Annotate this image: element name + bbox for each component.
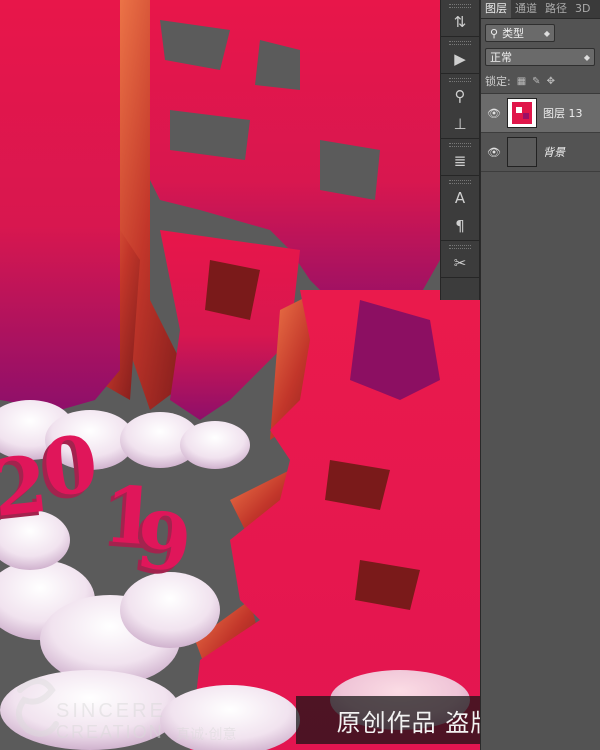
brand-subtitle: CREATION bbox=[56, 722, 164, 742]
layer-thumbnail bbox=[507, 98, 537, 128]
tab-channels[interactable]: 通道 bbox=[511, 0, 541, 18]
paragraph-icon[interactable]: ¶ bbox=[441, 212, 479, 240]
tool-group: ✂ bbox=[441, 245, 479, 278]
blend-row: 正常 ◆ bbox=[481, 45, 600, 69]
tool-group: ⚲ ⊥ bbox=[441, 78, 479, 139]
clone-source-icon[interactable]: ≣ bbox=[441, 147, 479, 175]
lock-position-icon[interactable]: ✥ bbox=[547, 76, 555, 87]
panel-tool-strip: ⇅ ▶ ⚲ ⊥ ≣ A ¶ ✂ bbox=[440, 0, 480, 300]
lock-paint-icon[interactable]: ✎ bbox=[532, 76, 540, 87]
panel-tab-bar: 图层 通道 路径 3D bbox=[481, 0, 600, 19]
eye-icon[interactable]: 👁 bbox=[481, 146, 507, 159]
layer-row[interactable]: 👁 图层 13 bbox=[481, 94, 600, 133]
brush-settings-icon[interactable]: ⊥ bbox=[441, 110, 479, 138]
actions-play-icon[interactable]: ▶ bbox=[441, 45, 479, 73]
brand-chinese: 真诚·创意 bbox=[176, 727, 237, 743]
tab-3d[interactable]: 3D bbox=[571, 0, 594, 18]
lock-label: 锁定: bbox=[485, 75, 511, 88]
layer-name: 背景 bbox=[543, 146, 565, 159]
layer-thumbnail bbox=[507, 137, 537, 167]
lock-transparent-icon[interactable]: ▦ bbox=[517, 76, 526, 87]
layer-row[interactable]: 👁 背景 bbox=[481, 133, 600, 172]
character-icon[interactable]: A bbox=[441, 184, 479, 212]
tab-layers[interactable]: 图层 bbox=[481, 0, 511, 18]
history-icon[interactable]: ⇅ bbox=[441, 8, 479, 36]
blend-mode-value: 正常 bbox=[490, 51, 512, 64]
tab-paths[interactable]: 路径 bbox=[541, 0, 571, 18]
svg-text:0: 0 bbox=[38, 419, 101, 515]
document-canvas[interactable]: 2 2 0 0 1 1 9 9 SINCERE CREATION 真诚·创意 bbox=[0, 0, 480, 750]
chevron-down-icon: ◆ bbox=[543, 28, 550, 38]
layer-filter-select[interactable]: ⚲ 类型 ◆ bbox=[485, 24, 555, 42]
search-icon: ⚲ bbox=[490, 26, 499, 40]
tool-presets-icon[interactable]: ✂ bbox=[441, 249, 479, 277]
chevron-down-icon: ◆ bbox=[583, 52, 590, 62]
layers-panel: 图层 通道 路径 3D ⚲ 类型 ◆ 正常 ◆ 锁定: ▦ ✎ ✥ 👁 图层 1… bbox=[480, 0, 600, 750]
tool-group: A ¶ bbox=[441, 180, 479, 241]
blend-mode-select[interactable]: 正常 ◆ bbox=[485, 48, 595, 66]
brush-presets-icon[interactable]: ⚲ bbox=[441, 82, 479, 110]
eye-icon[interactable]: 👁 bbox=[481, 107, 507, 120]
lock-row: 锁定: ▦ ✎ ✥ bbox=[481, 69, 600, 94]
artwork: 2 2 0 0 1 1 9 9 bbox=[0, 0, 480, 750]
svg-text:9: 9 bbox=[132, 494, 195, 590]
filter-value: 类型 bbox=[502, 27, 525, 40]
tool-group: ⇅ bbox=[441, 4, 479, 37]
filter-row: ⚲ 类型 ◆ bbox=[481, 21, 600, 45]
tool-group: ▶ bbox=[441, 41, 479, 74]
tool-group: ≣ bbox=[441, 143, 479, 176]
layer-name: 图层 13 bbox=[543, 107, 583, 120]
brand-name: SINCERE bbox=[56, 700, 166, 722]
